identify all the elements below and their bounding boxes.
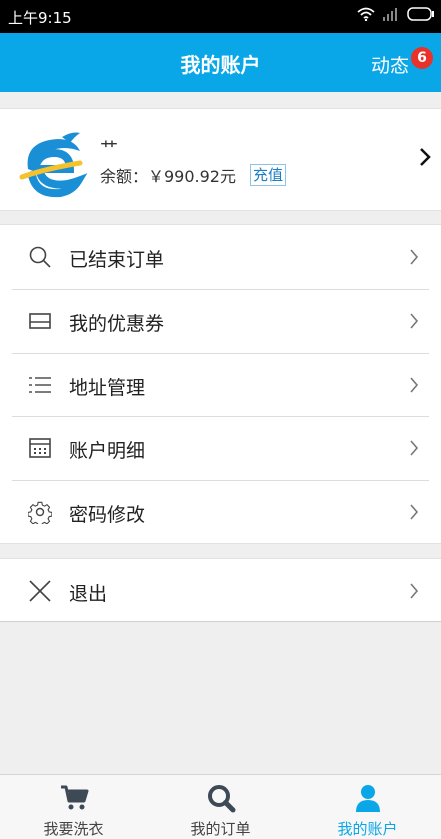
balance-text: 余额：￥990.92元 [100,167,236,186]
menu-item-label: 账户明细 [69,440,146,463]
close-icon [29,580,51,602]
list-icon [29,376,51,393]
activity-badge: 6 [411,47,433,69]
signal-icon [383,8,397,21]
recharge-button[interactable]: 充值 [250,164,287,186]
balance-row: 余额：￥990.92元 充值 [100,163,287,187]
activity-link[interactable]: 动态 [371,51,409,78]
coupon-icon [29,312,51,329]
cart-icon [60,785,88,810]
chevron-right-icon [420,148,431,166]
chevron-right-icon [410,313,419,329]
bottom-tab-bar: 我要洗衣 我的订单 我的账户 [0,774,441,839]
menu-item-coupons[interactable]: 我的优惠券 [0,288,441,353]
chevron-right-icon [410,377,419,393]
menu-item-finished-orders[interactable]: 已结束订单 [0,225,441,289]
chevron-right-icon [410,249,419,265]
chevron-right-icon [410,440,419,456]
logout-label: 退出 [69,583,108,605]
gear-icon [28,501,52,525]
tab-my-account[interactable]: 我的账户 [294,775,441,839]
tab-laundry[interactable]: 我要洗衣 [0,775,147,839]
wifi-icon [357,7,375,21]
menu-item-label: 地址管理 [69,376,146,399]
menu-item-change-password[interactable]: 密码修改 [0,480,441,544]
header-bar: 我的账户 动态 6 [0,33,441,92]
menu-item-label: 我的优惠券 [69,312,165,335]
search-icon [207,785,235,813]
logout-button[interactable]: 退出 [0,558,441,622]
profile-card[interactable]: 艹 余额：￥990.92元 充值 [0,108,441,211]
chevron-right-icon [410,583,419,599]
tab-label: 我要洗衣 [43,820,104,838]
tab-label: 我的账户 [337,820,398,838]
tab-my-orders[interactable]: 我的订单 [147,775,294,839]
account-menu: 已结束订单 我的优惠券 地址管理 账户明细 密码修改 [0,224,441,544]
calculator-icon [29,438,51,459]
menu-item-account-details[interactable]: 账户明细 [0,416,441,480]
status-bar: 上午9:15 [0,0,441,33]
menu-item-label: 已结束订单 [69,249,165,271]
app-logo [19,132,88,198]
status-icons [357,7,435,21]
status-time: 上午9:15 [8,9,72,27]
user-icon [355,785,380,812]
menu-item-label: 密码修改 [69,504,146,527]
battery-icon [407,7,434,21]
chevron-right-icon [410,504,419,520]
user-name: 艹 [100,139,118,160]
tab-label: 我的订单 [190,820,251,838]
search-icon [29,246,51,268]
menu-item-address[interactable]: 地址管理 [0,352,441,417]
